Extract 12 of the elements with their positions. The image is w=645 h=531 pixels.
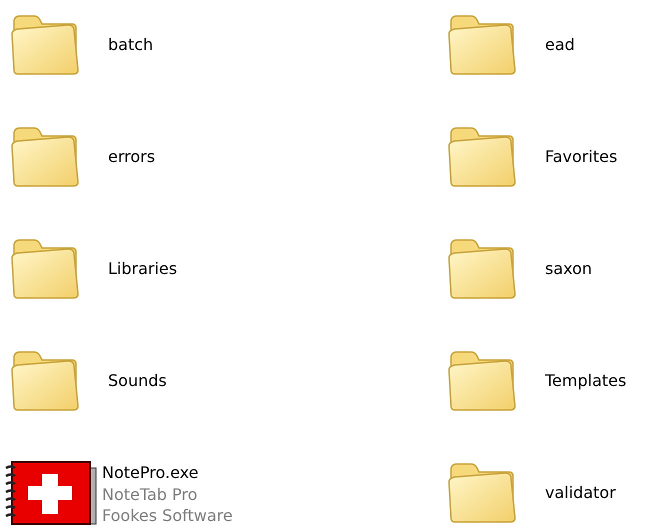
file-detail: Fookes Software: [102, 505, 233, 526]
folder-name[interactable]: Templates: [545, 370, 626, 392]
folder-name[interactable]: Sounds: [108, 370, 167, 392]
file-name[interactable]: NotePro.exe: [102, 462, 233, 484]
folder-name[interactable]: errors: [108, 146, 156, 168]
folder-name[interactable]: Libraries: [108, 258, 178, 280]
file-detail: NoteTab Pro: [102, 484, 198, 505]
folder-name[interactable]: saxon: [545, 258, 592, 280]
folder-name[interactable]: Favorites: [545, 146, 618, 168]
folder-name[interactable]: batch: [108, 34, 154, 56]
folder-name[interactable]: ead: [545, 34, 575, 56]
folder-name[interactable]: validator: [545, 482, 616, 504]
